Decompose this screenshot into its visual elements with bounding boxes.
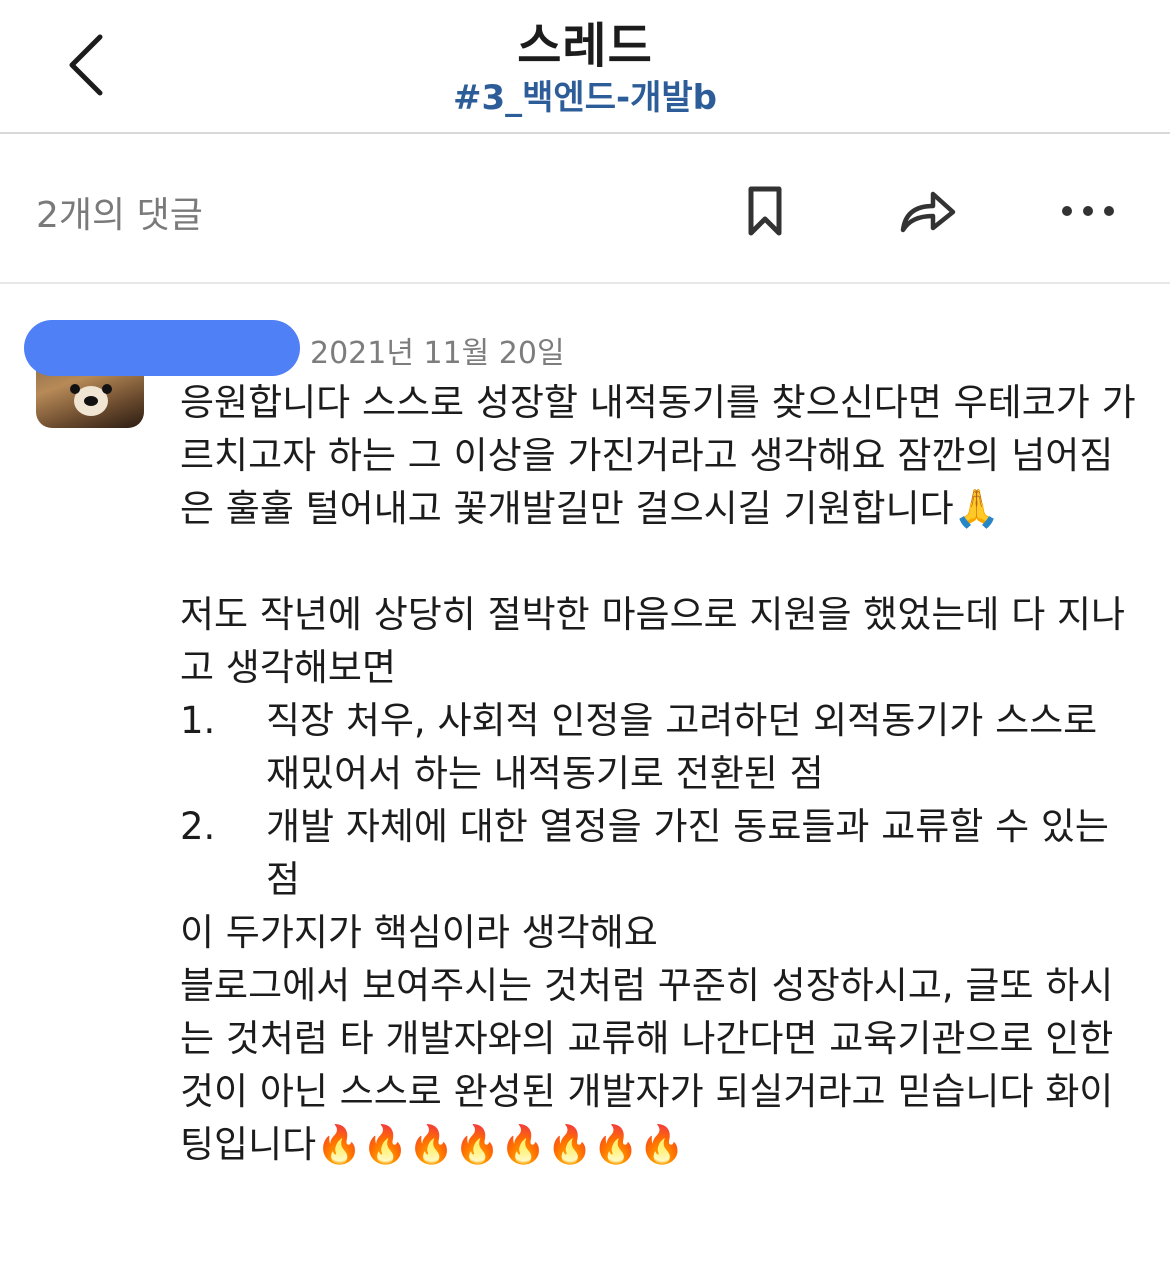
message-body: 응원합니다 스스로 성장할 내적동기를 찾으신다면 우테코가 가르치고자 하는 … [180,376,1140,1171]
avatar-eye-right [102,384,112,394]
list-number: 2. [180,805,216,848]
message-paragraph: 블로그에서 보여주시는 것처럼 꾸준히 성장하시고, 글또 하시는 것처럼 타 … [180,964,1126,1166]
list-number: 1. [180,699,216,742]
reply-count: 2개의 댓글 [36,195,203,236]
channel-link[interactable]: #3_백엔드-개발b [0,70,1170,119]
message-paragraph: 저도 작년에 상당히 절박한 마음으로 지원을 했었는데 다 지나고 생각해보면 [180,593,1126,689]
list-item: 2. 개발 자체에 대한 열정을 가진 동료들과 교류할 수 있는 점 [180,800,1140,906]
message-paragraph: 이 두가지가 핵심이라 생각해요 [180,911,658,954]
list-text: 직장 처우, 사회적 인정을 고려하던 외적동기가 스스로 재밌어서 하는 내적… [266,699,1098,795]
bookmark-icon [748,186,782,236]
redacted-username[interactable] [24,320,300,376]
share-button[interactable] [893,176,963,246]
thread-header: 스레드 #3_백엔드-개발b [0,0,1170,134]
more-options-button[interactable] [1053,176,1123,246]
page-title: 스레드 [517,18,653,74]
avatar-nose [84,396,98,406]
more-icon [1062,206,1114,216]
list-item: 1. 직장 처우, 사회적 인정을 고려하던 외적동기가 스스로 재밌어서 하는… [180,694,1140,800]
bookmark-button[interactable] [730,176,800,246]
share-icon [900,191,956,233]
message-timestamp[interactable]: 2021년 11월 20일 [310,328,565,372]
avatar-eye-left [70,384,80,394]
message-paragraph: 응원합니다 스스로 성장할 내적동기를 찾으신다면 우테코가 가르치고자 하는 … [180,381,1136,530]
list-text: 개발 자체에 대한 열정을 가진 동료들과 교류할 수 있는 점 [266,805,1109,901]
thread-action-bar: 2개의 댓글 [0,136,1170,284]
